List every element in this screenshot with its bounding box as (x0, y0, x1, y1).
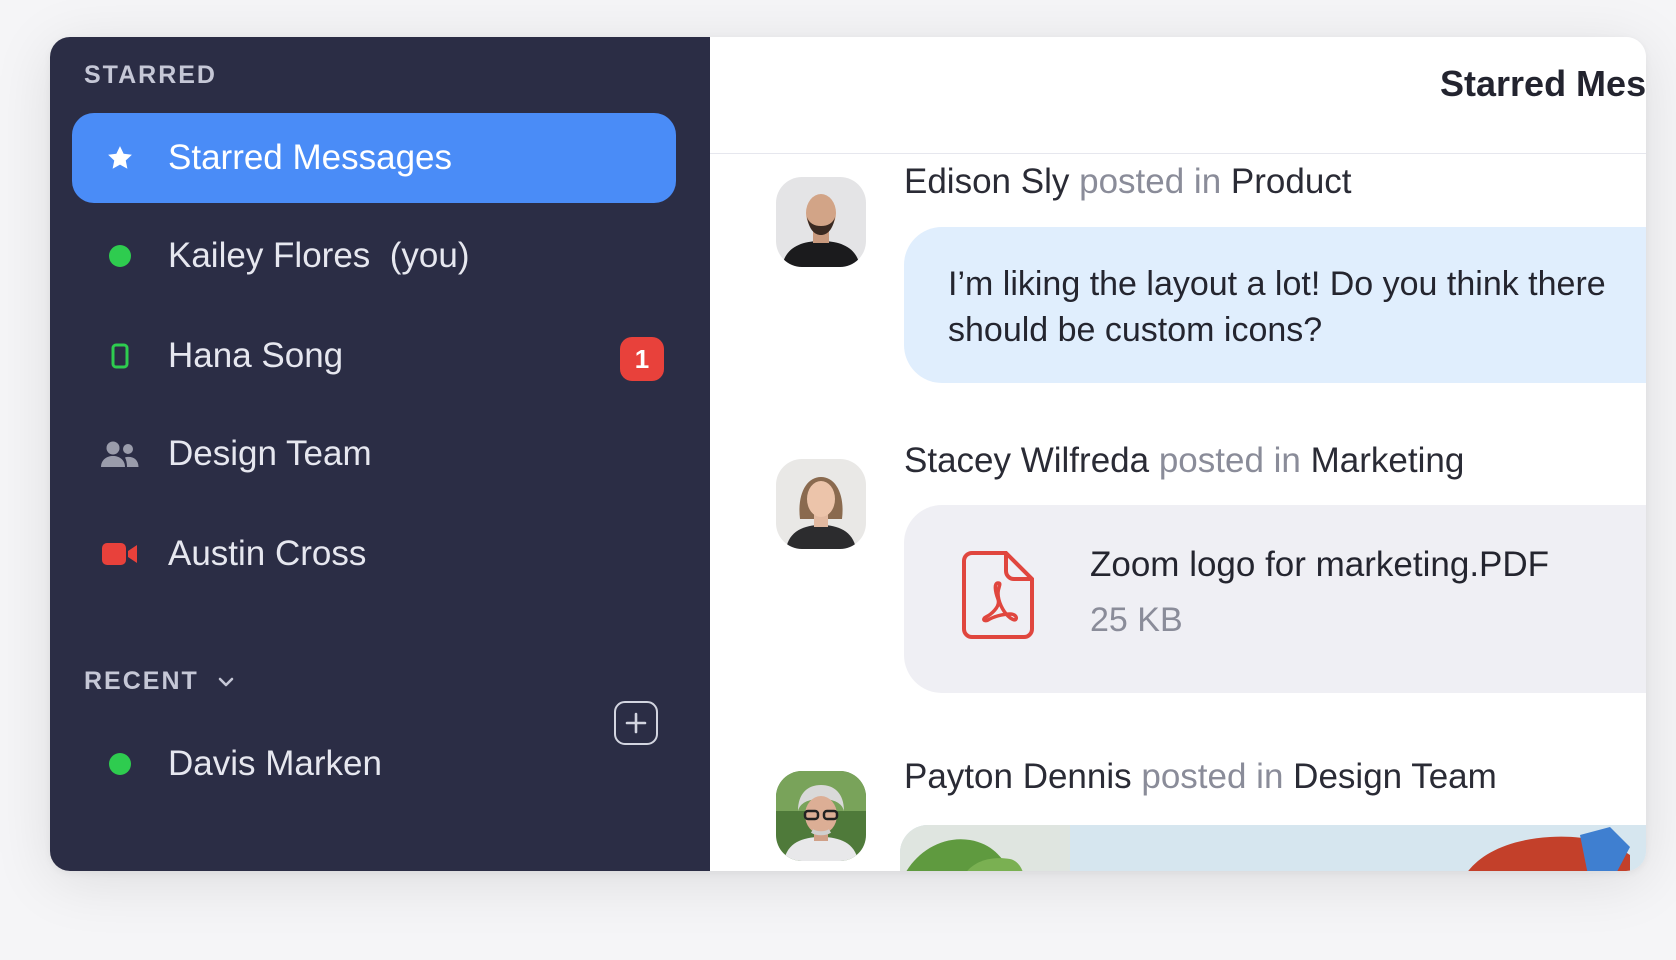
sidebar-item-kailey-flores[interactable]: Kailey Flores (you) (72, 211, 676, 301)
message-bubble[interactable]: I’m liking the layout a lot! Do you thin… (904, 227, 1646, 383)
post-author[interactable]: Edison Sly (904, 162, 1069, 201)
post-author[interactable]: Stacey Wilfreda (904, 441, 1149, 480)
unread-badge: 1 (620, 337, 664, 381)
posted-in-text: posted in (1079, 162, 1222, 201)
recent-section-label: RECENT (84, 667, 199, 695)
app-window: STARRED Starred Messages Kailey Flores (… (50, 37, 1646, 871)
file-size: 25 KB (1090, 601, 1183, 639)
pdf-file-icon (960, 549, 1036, 646)
post-header: Stacey Wilfreda posted in Marketing (904, 441, 1464, 481)
post-header: Edison Sly posted in Product (904, 162, 1352, 202)
sidebar-item-label: Austin Cross (168, 534, 367, 573)
page-title: Starred Messages (1440, 63, 1646, 104)
star-icon (72, 143, 168, 173)
posted-in-text: posted in (1141, 757, 1284, 796)
post-channel[interactable]: Marketing (1311, 441, 1465, 480)
recent-section-header[interactable]: RECENT (84, 667, 235, 696)
post-author[interactable]: Payton Dennis (904, 757, 1132, 796)
group-icon (72, 439, 168, 469)
main-panel: Starred Messages Edison Sly posted in Pr… (710, 37, 1646, 871)
online-status-icon (72, 245, 168, 267)
post-channel[interactable]: Product (1231, 162, 1352, 201)
file-attachment[interactable]: Zoom logo for marketing.PDF 25 KB (904, 505, 1646, 693)
posted-in-text: posted in (1158, 441, 1301, 480)
file-name: Zoom logo for marketing.PDF (1090, 545, 1550, 584)
video-call-icon (72, 543, 168, 565)
avatar-payton-dennis[interactable] (776, 771, 866, 861)
post-header: Payton Dennis posted in Design Team (904, 757, 1497, 797)
sidebar-item-design-team[interactable]: Design Team (72, 409, 676, 499)
starred-section-label: STARRED (84, 61, 217, 89)
sidebar-item-label: Hana Song (168, 336, 344, 375)
main-header: Starred Messages (710, 37, 1646, 154)
avatar-edison-sly[interactable] (776, 177, 866, 267)
post-channel[interactable]: Design Team (1293, 757, 1497, 796)
sidebar-item-label: Design Team (168, 434, 372, 473)
sidebar: STARRED Starred Messages Kailey Flores (… (50, 37, 710, 871)
sidebar-item-hana-song[interactable]: Hana Song 1 (72, 311, 676, 401)
sidebar-item-davis-marken[interactable]: Davis Marken (72, 719, 676, 809)
mobile-status-icon (72, 343, 168, 369)
sidebar-item-austin-cross[interactable]: Austin Cross (72, 509, 676, 599)
sidebar-item-label: Starred Messages (168, 138, 453, 177)
avatar-stacey-wilfreda[interactable] (776, 459, 866, 549)
sidebar-item-starred-messages[interactable]: Starred Messages (72, 113, 676, 203)
online-status-icon (72, 753, 168, 775)
chevron-down-icon (217, 676, 235, 688)
image-attachment-preview[interactable] (900, 825, 1646, 871)
sidebar-item-label: Kailey Flores (you) (168, 236, 470, 275)
sidebar-item-label: Davis Marken (168, 744, 382, 783)
